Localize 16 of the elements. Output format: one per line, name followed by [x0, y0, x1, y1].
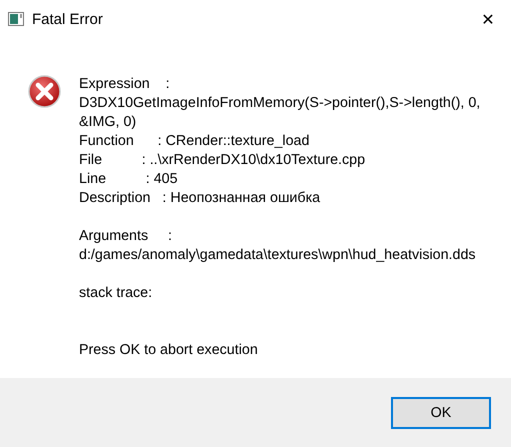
message-line: Arguments :: [79, 227, 173, 246]
ok-button[interactable]: OK: [391, 396, 491, 428]
message-line: &IMG, 0): [79, 113, 138, 132]
message-line: Description : Неопознанная ошибка: [79, 189, 322, 208]
message-line: D3DX10GetImageInfoFromMemory(S->pointer(),S->length(), 0,: [79, 94, 480, 113]
app-icon: [8, 12, 24, 26]
message-line: Expression :: [79, 75, 171, 94]
error-icon: [28, 75, 61, 108]
message-line: Line : 405: [79, 170, 179, 189]
message-line: Press OK to abort execution: [79, 341, 259, 360]
window-title: Fatal Error: [32, 10, 104, 28]
message-line: File : ..\xrRenderDX10\dx10Texture.cpp: [79, 151, 366, 170]
message-line: stack trace:: [79, 284, 154, 303]
close-button[interactable]: ✕: [465, 0, 511, 38]
message-line: d:/games/anomaly\gamedata\textures\wpn\hud_heatvision.dds: [79, 246, 477, 265]
message-line: Function : CRender::texture_load: [79, 132, 310, 151]
